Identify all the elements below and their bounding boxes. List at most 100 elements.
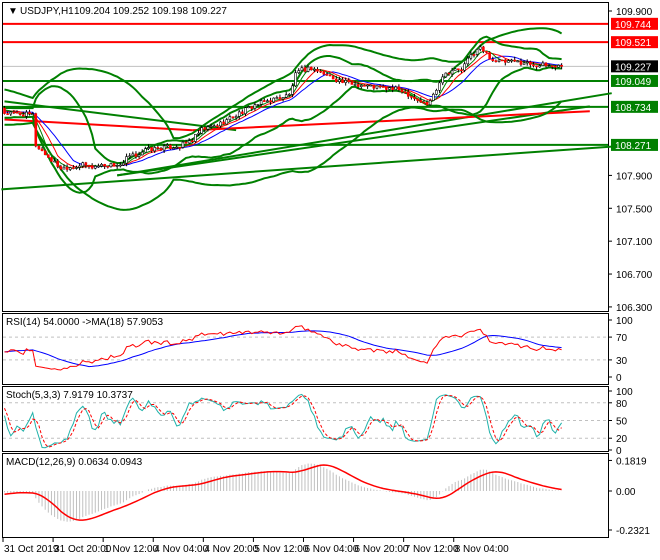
candle	[435, 88, 438, 96]
candle-body	[425, 101, 429, 106]
candle-body	[513, 59, 516, 62]
candle-body	[31, 113, 34, 115]
candle-body	[68, 167, 72, 170]
candle	[410, 95, 413, 100]
candle-body	[62, 166, 66, 170]
candle	[47, 154, 50, 158]
candle-body	[3, 107, 6, 114]
candle-body	[309, 66, 313, 71]
candle-body	[400, 89, 404, 93]
candle-body	[303, 67, 307, 72]
macd-title: MACD(12,26,9) 0.0634 0.0943	[6, 457, 143, 468]
rsi-tick-label: 100	[616, 316, 633, 327]
candle-body	[97, 165, 100, 168]
macd-tick-label: 0.00	[616, 487, 636, 498]
candle-body	[259, 100, 263, 105]
candle	[115, 163, 119, 169]
candle-body	[344, 80, 347, 83]
candle	[394, 85, 398, 91]
candle-body	[150, 147, 153, 152]
candle-body	[253, 104, 257, 109]
candle-body	[488, 52, 491, 60]
candle	[441, 74, 445, 86]
candle	[491, 56, 495, 63]
candle	[350, 81, 354, 85]
candle-body	[172, 147, 175, 150]
candle-body	[460, 69, 463, 72]
candle-body	[84, 162, 88, 166]
candle-body	[478, 46, 482, 50]
candle-body	[203, 127, 207, 130]
candle-body	[50, 157, 53, 162]
candle-body	[21, 114, 25, 117]
candle-body	[463, 63, 466, 71]
candle-body	[281, 96, 285, 100]
price-tick-label: 107.900	[616, 171, 653, 182]
candle-body	[544, 62, 548, 67]
candle-body	[144, 148, 147, 153]
candle-body	[72, 167, 75, 169]
candle-body	[419, 100, 423, 103]
macd-tick-label: -0.2321	[616, 526, 650, 537]
collapse-triangle-icon[interactable]: ▼	[8, 6, 18, 17]
candle-body	[234, 116, 238, 119]
candle-body	[40, 148, 44, 152]
candle	[244, 106, 247, 117]
candle	[131, 151, 135, 157]
candle-body	[403, 91, 407, 94]
rsi-chart	[3, 325, 608, 371]
stoch-tick-label: 50	[616, 417, 628, 428]
stoch-tick-label: 20	[616, 434, 628, 445]
candle	[165, 143, 169, 148]
candle-body	[191, 140, 194, 142]
candle	[212, 124, 216, 128]
price-tag-label: 108.271	[615, 141, 652, 152]
price-tick-label: 107.100	[616, 237, 653, 248]
candle-body	[165, 144, 169, 147]
candle-body	[81, 162, 85, 167]
time-tick-label: 7 Nov 12:00	[405, 544, 459, 555]
candle-body	[554, 65, 557, 68]
time-tick-label: 31 Oct 20:00	[54, 544, 112, 555]
candle-body	[109, 163, 113, 168]
candle-body	[503, 59, 507, 63]
rsi-ma-line	[4, 330, 562, 368]
candle	[347, 77, 351, 84]
candle-body	[288, 94, 291, 96]
candle-body	[34, 113, 38, 147]
candle-body	[134, 153, 138, 157]
main-chart	[1, 22, 612, 211]
current-price-label: 109.227	[615, 62, 652, 73]
chart-canvas[interactable]: 109.900 107.900 107.500 107.100 106.700 106.3…	[0, 0, 660, 560]
candle	[316, 67, 319, 73]
stoch-tick-label: 0	[616, 446, 622, 457]
candle	[203, 126, 207, 133]
candle-body	[372, 84, 376, 89]
stoch-tick-label: 100	[616, 387, 633, 398]
candle-body	[391, 87, 394, 90]
candle-body	[410, 96, 413, 98]
price-tag-label: 109.744	[615, 20, 652, 31]
candle	[237, 109, 241, 120]
candle	[541, 60, 545, 66]
candle-body	[137, 154, 141, 157]
trading-chart[interactable]: 109.900 107.900 107.500 107.100 106.700 106.3…	[0, 0, 660, 560]
candle	[463, 61, 466, 73]
candle	[525, 59, 529, 66]
candle-body	[237, 111, 241, 117]
candle	[278, 94, 282, 100]
candle-body	[87, 165, 91, 167]
candle-body	[78, 165, 81, 168]
candle-body	[444, 72, 448, 78]
candle-body	[131, 153, 135, 157]
candle-body	[112, 163, 116, 167]
candle-body	[278, 97, 282, 100]
candle-body	[100, 164, 103, 167]
candle-body	[272, 97, 275, 103]
time-tick-label: 4 Nov 04:00	[154, 544, 208, 555]
candle-body	[322, 71, 326, 75]
candle	[297, 68, 301, 75]
time-tick-label: 6 Nov 20:00	[355, 544, 409, 555]
candle-body	[428, 100, 432, 106]
rsi-tick-label: 70	[616, 333, 628, 344]
